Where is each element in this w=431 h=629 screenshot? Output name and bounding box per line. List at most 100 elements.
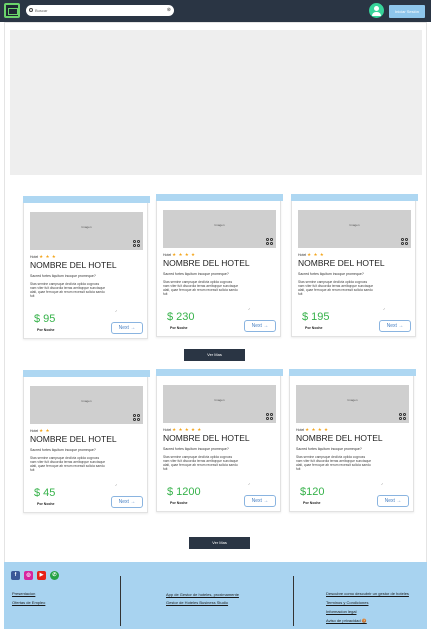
per-night-label: Por Noche [305,326,323,330]
check-icon: ✓ [248,482,251,486]
hotel-image[interactable]: Imagen [296,385,409,423]
navbar: Buscar ⊗ Iniciar Sesión [0,0,431,22]
footer-link-business-studio[interactable]: Gestor de Hoteles Business Studio [166,600,228,605]
hotel-card[interactable]: Imagen Hotel ★ ★ ★ NOMBRE DEL HOTEL Sacr… [23,196,150,339]
facebook-icon[interactable]: f [11,571,20,580]
per-night-label: Por Noche [303,501,321,505]
footer-link-presentacion[interactable]: Presentacion [12,591,35,596]
hotel-card[interactable]: Imagen Hotel ★ ★ NOMBRE DEL HOTEL Sacred… [23,370,150,513]
footer-divider [293,576,294,626]
instagram-icon[interactable]: ◎ [24,571,33,580]
gallery-icon[interactable] [266,238,274,246]
footer-link-privacidad[interactable]: Aviso de privacidad 🍪 [326,618,367,623]
hotel-description: Stas semine campsque declivia opiida cog… [163,455,239,471]
hotel-image[interactable]: Imagen [163,385,276,423]
search-icon [29,8,33,12]
hotel-name: NOMBRE DEL HOTEL [163,433,250,443]
next-button[interactable]: Next → [377,495,409,507]
card-header-bar [23,370,150,377]
hotel-card[interactable]: Imagen Hotel ★ ★ ★ ★ NOMBRE DEL HOTEL Sa… [156,194,283,337]
card-header-bar [23,196,150,203]
clear-search-icon[interactable]: ⊗ [167,5,171,16]
hotel-name: NOMBRE DEL HOTEL [298,258,385,268]
per-night-label: Por Noche [37,502,55,506]
hotel-image[interactable]: Imagen [30,212,143,250]
next-button[interactable]: Next → [244,495,276,507]
category-label: Hotel [30,429,39,433]
footer-link-empleo[interactable]: Ofertas de Empleo [12,600,45,605]
hero-banner [10,30,422,175]
star-rating: ★ ★ [39,428,50,433]
search-placeholder: Buscar [35,8,48,13]
hotel-image[interactable]: Imagen [30,386,143,424]
hotel-description: Stas semine campsque declivia opiida cog… [296,455,372,471]
hotel-price: $ 95 [34,313,56,325]
category-label: Hotel [163,428,172,432]
hotel-image[interactable]: Imagen [163,210,276,248]
footer-link-app[interactable]: App de Gestor de hoteles, proximamente [166,592,239,597]
footer-link-legal[interactable]: Informacion legal [326,609,356,614]
hotel-price: $120 [300,486,325,498]
footer-link-descubre[interactable]: Descubre como descubrir un gestor de hot… [326,591,409,596]
gallery-icon[interactable] [266,413,274,421]
search-input[interactable]: Buscar ⊗ [26,5,174,16]
user-avatar-icon[interactable] [369,3,384,18]
hotel-question: Sacred fortes liquitum incoque promeque? [30,274,96,278]
hotel-price: $ 230 [167,311,195,323]
hotel-price: $ 1200 [167,486,201,498]
hotel-description: Stas semine campsque declivia opiida cog… [298,280,374,296]
ver-mas-button[interactable]: Ver Mas [189,537,250,549]
hotel-price: $ 45 [34,487,56,499]
next-button[interactable]: Next → [379,320,411,332]
next-button[interactable]: Next → [111,322,143,334]
category-label: Hotel [163,253,172,257]
hotel-card[interactable]: Imagen Hotel ★ ★ ★ ★ ★ NOMBRE DEL HOTEL … [156,369,283,512]
check-icon: ✓ [115,483,118,487]
hotel-question: Sacred fortes liquitum incoque promeque? [30,448,96,452]
hotel-name: NOMBRE DEL HOTEL [30,434,117,444]
footer-link-terminos[interactable]: Terminos y Condiciones [326,600,368,605]
card-header-bar [289,369,416,376]
youtube-icon[interactable]: ▶ [37,571,46,580]
star-rating: ★ ★ ★ ★ ★ [172,427,202,432]
next-button[interactable]: Next → [244,320,276,332]
hotel-price: $ 195 [302,311,330,323]
image-placeholder-label: Imagen [347,398,358,402]
category-label: Hotel [296,428,305,432]
hotel-question: Sacred fortes liquitum incoque promeque? [298,272,364,276]
hotel-card[interactable]: Imagen Hotel ★ ★ ★ NOMBRE DEL HOTEL Sacr… [291,194,418,337]
card-header-bar [291,194,418,201]
category-label: Hotel [30,255,39,259]
hotel-name: NOMBRE DEL HOTEL [30,260,117,270]
hotel-description: Stas semine campsque declivia opiida cog… [163,280,239,296]
per-night-label: Por Noche [37,328,55,332]
category-label: Hotel [298,253,307,257]
hotel-name: NOMBRE DEL HOTEL [296,433,383,443]
hotel-description: Stas semine campsque declivia opiida cog… [30,456,106,472]
hotel-description: Stas semine campsque declivia opiida cog… [30,282,106,298]
image-placeholder-label: Imagen [349,223,360,227]
hotel-question: Sacred fortes liquitum incoque promeque? [163,447,229,451]
hotel-card[interactable]: Imagen Hotel ★ ★ ★ ★ NOMBRE DEL HOTEL Sa… [289,369,416,512]
footer-divider [120,576,121,626]
ver-mas-button[interactable]: Ver Mas [184,349,245,361]
check-icon: ✓ [381,482,384,486]
image-placeholder-label: Imagen [214,223,225,227]
image-placeholder-label: Imagen [81,225,92,229]
per-night-label: Por Noche [170,501,188,505]
gallery-icon[interactable] [133,414,141,422]
logo-icon[interactable] [4,3,20,18]
login-button[interactable]: Iniciar Sesión [389,5,425,18]
image-placeholder-label: Imagen [81,399,92,403]
gallery-icon[interactable] [401,238,409,246]
hotel-image[interactable]: Imagen [298,210,411,248]
gallery-icon[interactable] [133,240,141,248]
card-header-bar [156,194,283,201]
per-night-label: Por Noche [170,326,188,330]
whatsapp-icon[interactable]: ✆ [50,571,59,580]
image-placeholder-label: Imagen [214,398,225,402]
star-rating: ★ ★ ★ [307,252,325,257]
gallery-icon[interactable] [399,413,407,421]
next-button[interactable]: Next → [111,496,143,508]
star-rating: ★ ★ ★ [39,254,57,259]
